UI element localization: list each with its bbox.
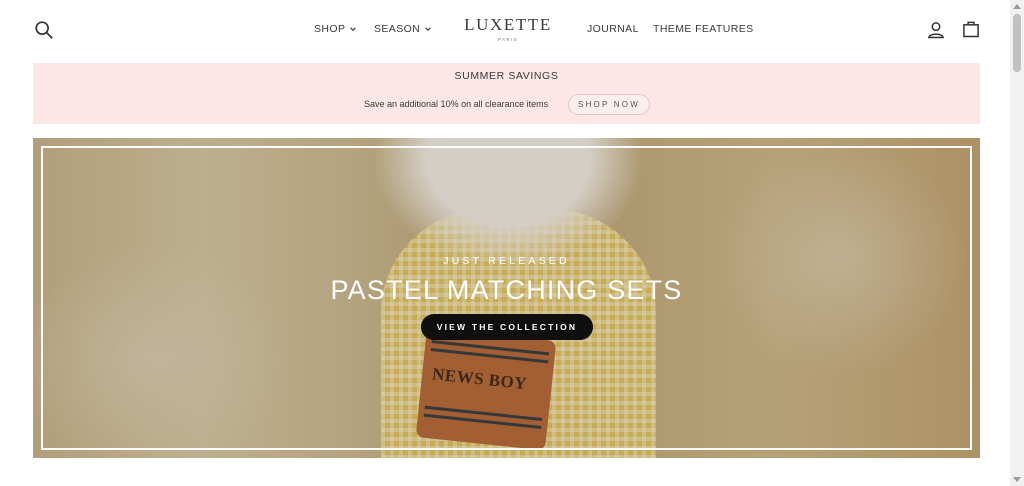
promo-text: Save an additional 10% on all clearance … (364, 99, 549, 109)
search-icon[interactable] (33, 19, 55, 41)
hero-banner[interactable]: NEWS BOY JUST RELEASED PASTEL MATCHING S… (33, 138, 980, 458)
user-icon[interactable] (926, 20, 946, 40)
nav-theme-features[interactable]: THEME FEATURES (653, 23, 754, 35)
hero-eyebrow: JUST RELEASED (443, 255, 570, 267)
nav-shop[interactable]: SHOP (314, 23, 357, 35)
scroll-thumb[interactable] (1013, 14, 1021, 72)
site-logo[interactable]: LUXETTE PARIS (462, 16, 554, 44)
bag-icon[interactable] (961, 19, 981, 39)
nav-season-label: SEASON (374, 23, 421, 35)
chevron-down-icon (425, 27, 431, 31)
nav-journal-label: JOURNAL (587, 23, 639, 35)
nav-season[interactable]: SEASON (374, 23, 432, 35)
nav-shop-label: SHOP (314, 23, 346, 35)
site-header: SHOP SEASON LUXETTE PARIS JOURNAL THEME … (0, 0, 1010, 60)
nav-theme-features-label: THEME FEATURES (653, 23, 754, 35)
hero-title: PASTEL MATCHING SETS (330, 275, 683, 305)
promo-banner: SUMMER SAVINGS Save an additional 10% on… (33, 63, 980, 124)
page-scrollbar[interactable] (1010, 0, 1024, 486)
shop-now-button[interactable]: SHOP NOW (568, 94, 650, 115)
nav-journal[interactable]: JOURNAL (587, 23, 639, 35)
scroll-up-arrow-icon[interactable] (1013, 4, 1021, 9)
view-collection-button[interactable]: VIEW THE COLLECTION (421, 314, 593, 340)
promo-title: SUMMER SAVINGS (454, 70, 559, 82)
chevron-down-icon (350, 27, 357, 31)
logo-subtitle: PARIS (497, 37, 519, 42)
logo-wordmark: LUXETTE (464, 15, 552, 34)
scroll-down-arrow-icon[interactable] (1013, 477, 1021, 482)
